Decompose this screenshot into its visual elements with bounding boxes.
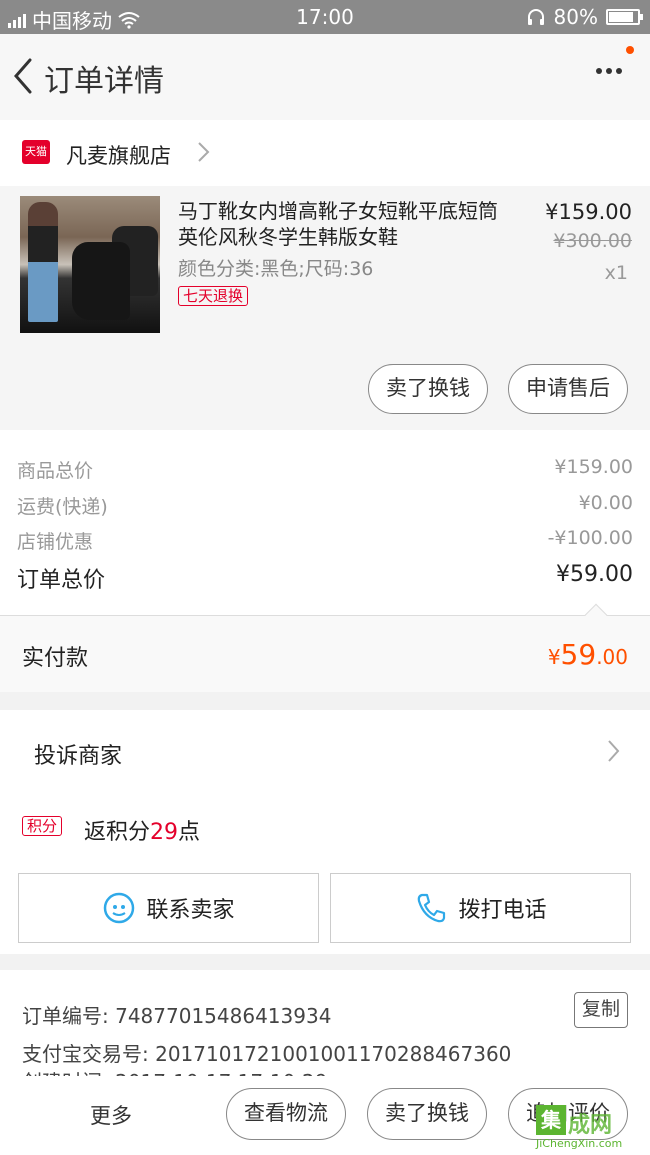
more-button[interactable]: 更多 — [90, 1100, 132, 1130]
product-quantity: x1 — [604, 262, 628, 284]
points-text: 返积分29点 — [84, 814, 200, 846]
call-phone-label: 拨打电话 — [458, 898, 547, 923]
product-title[interactable]: 马丁靴女内增高靴子女短靴平底短筒英伦风秋冬学生韩版女鞋 — [178, 198, 508, 250]
tmall-logo-icon: 天猫 — [22, 140, 50, 164]
paid-amount-row: 实付款 ¥59.00 — [0, 616, 650, 692]
paid-currency: ¥ — [547, 645, 561, 669]
contact-seller-label: 联系卖家 — [146, 898, 235, 923]
headset-icon — [527, 9, 544, 25]
call-phone-button[interactable]: 拨打电话 — [330, 873, 631, 943]
shipping-value: ¥0.00 — [578, 492, 633, 514]
order-total-value: ¥59.00 — [556, 562, 633, 587]
watermark-text: 成网 — [568, 1113, 613, 1138]
points-badge: 积分 — [22, 816, 63, 836]
goods-total-label: 商品总价 — [17, 460, 94, 482]
view-logistics-button[interactable]: 查看物流 — [226, 1088, 346, 1140]
order-number: 74877015486413934 — [115, 1004, 332, 1028]
notification-dot — [626, 46, 634, 54]
paid-integer: 59 — [560, 638, 597, 671]
shipping-label: 运费(快递) — [17, 496, 108, 518]
watermark-logo: 集 — [536, 1105, 566, 1135]
chat-face-icon — [104, 892, 135, 924]
copy-button[interactable]: 复制 — [574, 992, 628, 1028]
battery-fill — [609, 12, 633, 22]
product-price: ¥159.00 — [545, 200, 632, 224]
chevron-right-icon[interactable] — [606, 738, 622, 764]
battery-icon — [606, 9, 643, 25]
chevron-right-icon — [198, 142, 210, 162]
goods-total-value: ¥159.00 — [554, 456, 633, 478]
more-menu-icon[interactable] — [596, 68, 622, 74]
alipay-label: 支付宝交易号: — [22, 1042, 149, 1066]
service-section: 投诉商家 积分 返积分29点 联系卖家 拨打电话 — [0, 710, 650, 954]
order-number-label: 订单编号: — [22, 1004, 109, 1028]
order-total-label: 订单总价 — [17, 568, 106, 593]
product-thumbnail[interactable] — [20, 196, 160, 333]
shipping-row: 运费(快递) ¥0.00 — [17, 492, 633, 519]
after-sale-button[interactable]: 申请售后 — [508, 364, 628, 414]
paid-label: 实付款 — [22, 646, 89, 671]
paid-decimal: .00 — [596, 645, 628, 669]
watermark-url: JiChengXin.com — [536, 1137, 623, 1150]
price-summary: 商品总价 ¥159.00 运费(快递) ¥0.00 店铺优惠 -¥100.00 … — [0, 430, 650, 616]
shop-row[interactable]: 天猫 凡麦旗舰店 — [0, 120, 650, 186]
status-right: 80% — [526, 5, 643, 29]
points-prefix: 返积分 — [84, 820, 151, 845]
alipay-number: 2017101721001001170288467360 — [155, 1042, 512, 1066]
order-total-row: 订单总价 ¥59.00 — [17, 562, 633, 594]
sell-for-cash-button[interactable]: 卖了换钱 — [368, 364, 488, 414]
original-price: ¥300.00 — [553, 230, 632, 252]
return-policy-badge: 七天退换 — [178, 286, 249, 306]
discount-value: -¥100.00 — [547, 527, 633, 549]
contact-seller-button[interactable]: 联系卖家 — [18, 873, 319, 943]
points-value: 29 — [150, 820, 179, 845]
alipay-row: 支付宝交易号: 2017101721001001170288467360 — [22, 1038, 511, 1067]
discount-row: 店铺优惠 -¥100.00 — [17, 527, 633, 554]
phone-icon — [418, 893, 446, 923]
order-item[interactable]: 马丁靴女内增高靴子女短靴平底短筒英伦风秋冬学生韩版女鞋 颜色分类:黑色;尺码:3… — [0, 186, 650, 430]
complain-merchant-link[interactable]: 投诉商家 — [34, 738, 122, 770]
product-spec: 颜色分类:黑色;尺码:36 — [178, 258, 374, 280]
battery-percent: 80% — [553, 5, 598, 29]
shop-name[interactable]: 凡麦旗舰店 — [66, 140, 171, 170]
points-suffix: 点 — [178, 820, 201, 845]
back-arrow-icon[interactable] — [8, 56, 38, 96]
order-number-row: 订单编号: 74877015486413934 — [22, 1000, 331, 1029]
paid-amount: ¥59.00 — [548, 638, 628, 671]
goods-total-row: 商品总价 ¥159.00 — [17, 456, 633, 483]
page-title: 订单详情 — [44, 64, 164, 99]
site-watermark: 集 成网 JiChengXin.com — [536, 1105, 648, 1151]
discount-label: 店铺优惠 — [17, 531, 94, 553]
status-bar: 中国移动 17:00 80% — [0, 0, 650, 34]
nav-bar: 订单详情 — [0, 34, 650, 120]
sell-for-cash-button[interactable]: 卖了换钱 — [367, 1088, 487, 1140]
